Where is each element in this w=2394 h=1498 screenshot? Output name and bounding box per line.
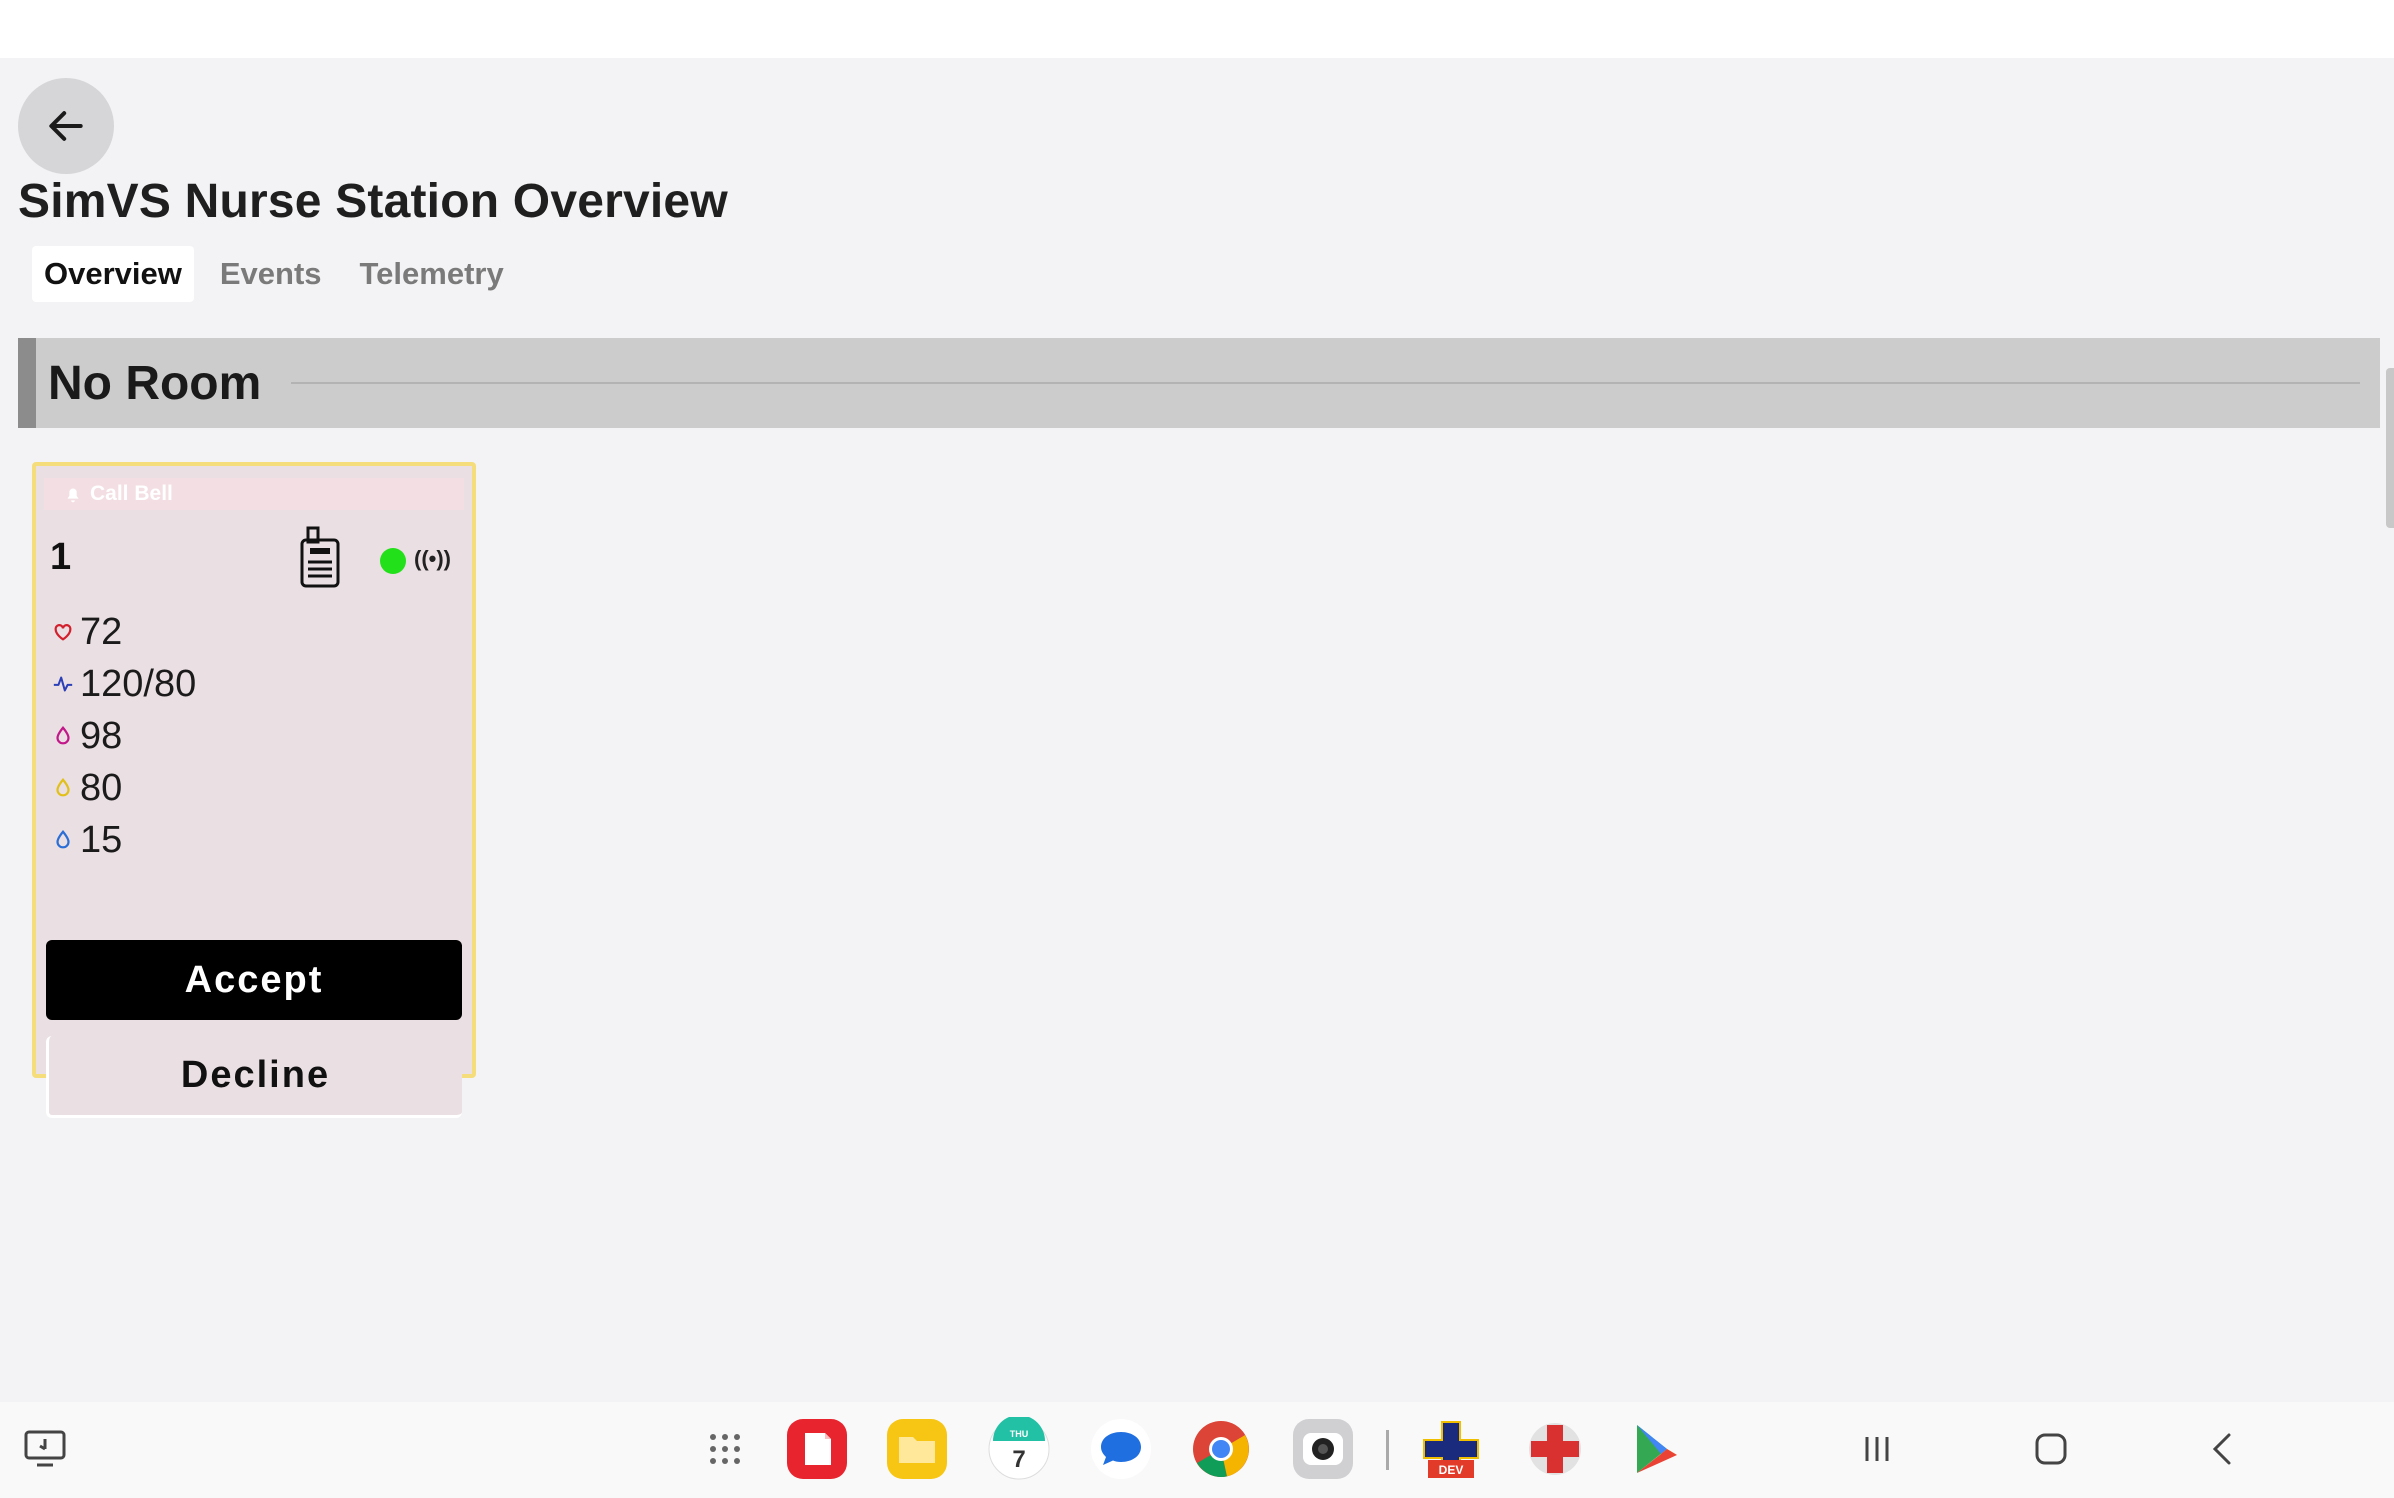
recents-nav-icon[interactable] xyxy=(1844,1416,1910,1482)
tab-overview[interactable]: Overview xyxy=(32,246,194,302)
pulse-wave-icon xyxy=(52,673,74,695)
call-bell-banner: Call Bell xyxy=(44,478,464,510)
calendar-day: THU xyxy=(1010,1429,1029,1439)
taskbar-divider xyxy=(1386,1430,1389,1470)
banner-label: Call Bell xyxy=(90,482,173,505)
bed-number: 1 xyxy=(50,536,72,578)
calendar-app-icon[interactable]: THU 7 xyxy=(986,1416,1052,1482)
status-bar xyxy=(0,0,2394,58)
chrome-app-icon[interactable] xyxy=(1188,1416,1254,1482)
vital-value: 80 xyxy=(80,766,123,809)
notes-app-icon[interactable] xyxy=(784,1416,850,1482)
vital-value: 72 xyxy=(80,610,123,653)
vital-value: 15 xyxy=(80,818,123,861)
home-nav-icon[interactable] xyxy=(2018,1416,2084,1482)
app-drawer-icon[interactable] xyxy=(692,1416,758,1482)
vital-respiration: 15 xyxy=(52,816,122,864)
connection-status-dot xyxy=(380,548,406,574)
vital-secondary: 80 xyxy=(52,764,122,812)
arrow-left-icon xyxy=(49,111,83,141)
drop-icon-magenta xyxy=(52,725,74,747)
patient-card[interactable]: Call Bell 1 ((•)) 72 120/80 98 80 15 Acc… xyxy=(32,462,476,1118)
page-title: SimVS Nurse Station Overview xyxy=(18,175,728,228)
vital-value: 120/80 xyxy=(80,662,197,705)
heart-icon xyxy=(52,621,74,643)
room-section-header: No Room xyxy=(18,338,2380,428)
tab-bar: Overview Events Telemetry xyxy=(32,246,516,302)
tab-telemetry[interactable]: Telemetry xyxy=(348,246,516,302)
drop-icon-blue xyxy=(52,829,74,851)
recent-screen-icon[interactable] xyxy=(12,1416,78,1482)
app-content: SimVS Nurse Station Overview Overview Ev… xyxy=(0,58,2394,1402)
messages-app-icon[interactable] xyxy=(1088,1416,1154,1482)
play-store-icon[interactable] xyxy=(1622,1416,1688,1482)
bell-icon xyxy=(62,483,84,505)
drop-icon-yellow xyxy=(52,777,74,799)
decline-button[interactable]: Decline xyxy=(46,1036,462,1118)
vital-value: 98 xyxy=(80,714,123,757)
vital-blood-pressure: 120/80 xyxy=(52,660,196,708)
svg-text:DEV: DEV xyxy=(1439,1463,1464,1477)
accept-button[interactable]: Accept xyxy=(46,940,462,1020)
back-nav-icon[interactable] xyxy=(2190,1416,2256,1482)
taskbar: THU 7 DEV xyxy=(0,1402,2394,1498)
calendar-date: 7 xyxy=(1012,1446,1025,1473)
telemetry-device-icon xyxy=(296,524,344,595)
simvs-app-icon[interactable] xyxy=(1522,1416,1588,1482)
files-app-icon[interactable] xyxy=(884,1416,950,1482)
wireless-signal-icon: ((•)) xyxy=(414,546,452,571)
back-button[interactable] xyxy=(18,78,114,174)
vital-spo2: 98 xyxy=(52,712,122,760)
camera-app-icon[interactable] xyxy=(1290,1416,1356,1482)
simvs-dev-app-icon[interactable]: DEV xyxy=(1418,1416,1484,1482)
room-title: No Room xyxy=(48,356,262,410)
vital-heart-rate: 72 xyxy=(52,608,122,656)
tab-events[interactable]: Events xyxy=(208,246,334,302)
room-divider xyxy=(291,382,2360,384)
edge-panel-handle[interactable] xyxy=(2386,368,2394,528)
